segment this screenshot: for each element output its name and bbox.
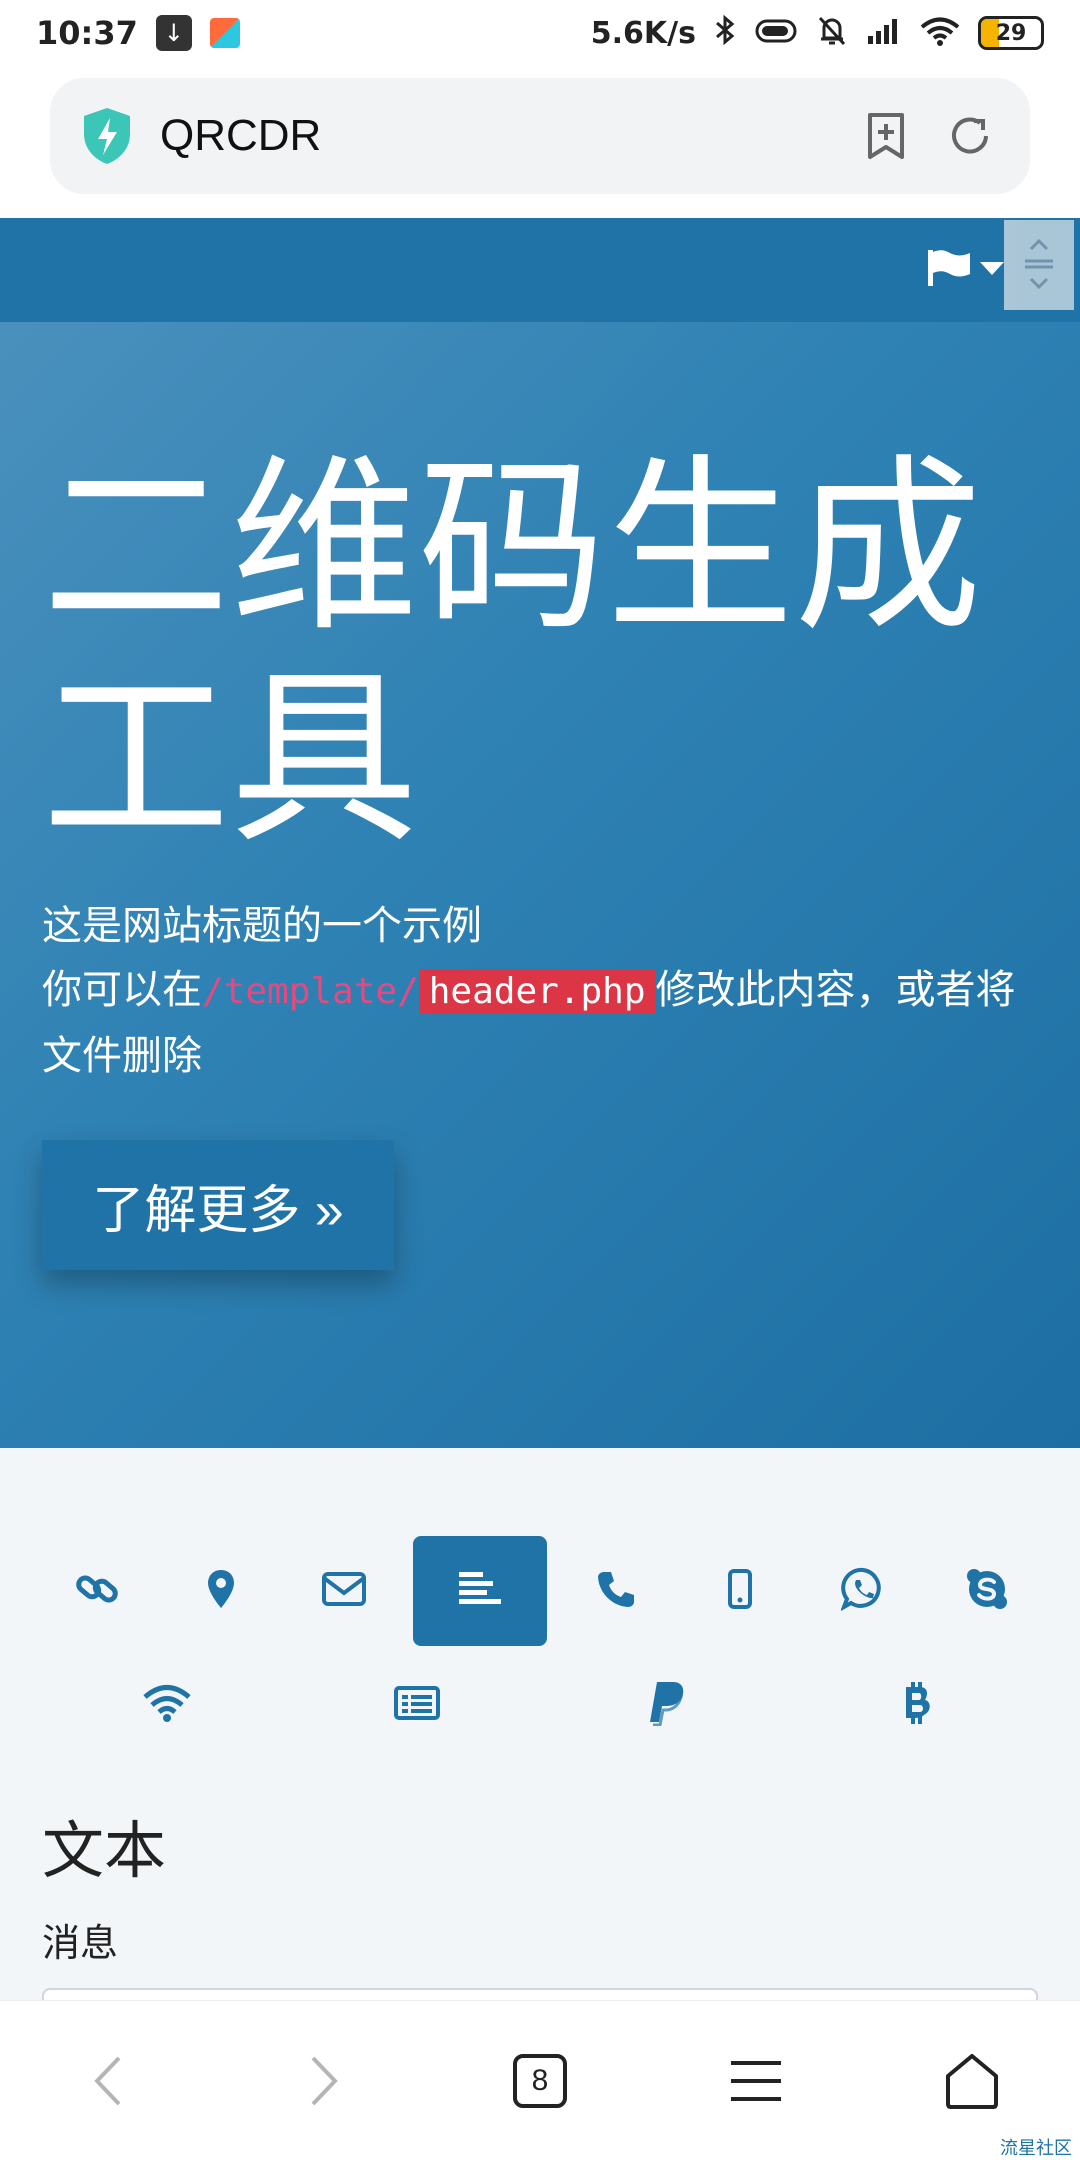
back-button[interactable] xyxy=(53,2026,163,2136)
network-speed: 5.6K/s xyxy=(590,15,696,51)
hero-line-2: 你可以在/template/header.php 修改此内容，或者将文件删除 xyxy=(42,958,1042,1088)
email-type-button[interactable] xyxy=(289,1536,399,1646)
code-path: /template/ xyxy=(202,971,419,1012)
hero-title: 二维码生成工具 xyxy=(42,438,982,869)
watermark: 流星社区 xyxy=(1000,2138,1072,2159)
forward-button[interactable] xyxy=(269,2026,379,2136)
sms-type-button[interactable] xyxy=(685,1536,795,1646)
text-type-button[interactable] xyxy=(413,1536,548,1646)
hero-description: 这是网站标题的一个示例 你可以在/template/header.php 修改此内… xyxy=(42,894,1042,1088)
browser-bottom-toolbar: 8 xyxy=(0,2000,1080,2160)
language-dropdown[interactable] xyxy=(926,248,1004,292)
link-type-button[interactable] xyxy=(42,1536,152,1646)
security-shield-icon[interactable] xyxy=(80,106,134,166)
bluetooth-icon xyxy=(714,14,736,53)
phone-type-button[interactable] xyxy=(561,1536,671,1646)
signal-icon xyxy=(866,16,902,50)
phone-icon xyxy=(596,1569,636,1613)
reload-button[interactable] xyxy=(940,106,1000,166)
status-right: 5.6K/s 29 xyxy=(591,14,1044,53)
paypal-icon xyxy=(647,1680,687,1730)
skype-icon xyxy=(965,1567,1009,1615)
home-button[interactable] xyxy=(917,2026,1027,2136)
battery-level: 29 xyxy=(995,20,1027,46)
scroll-handle[interactable] xyxy=(1004,220,1074,310)
message-label: 消息 xyxy=(42,1921,119,1965)
site-navbar xyxy=(0,218,1080,322)
vcard-icon xyxy=(394,1686,440,1724)
tabs-button[interactable]: 8 xyxy=(485,2026,595,2136)
hero-jumbotron: 二维码生成工具 这是网站标题的一个示例 你可以在/template/header… xyxy=(0,322,1080,1448)
hero-line-2-prefix: 你可以在 xyxy=(42,967,202,1013)
tabs-count: 8 xyxy=(513,2053,567,2108)
location-type-button[interactable] xyxy=(166,1536,276,1646)
section-title: 文本 xyxy=(42,1814,167,1887)
qr-type-row-2 xyxy=(42,1660,1042,1750)
generator-content: 文本 消息 xyxy=(0,1448,1080,2018)
browser-address-bar[interactable]: QRCDR xyxy=(50,78,1030,194)
caret-down-icon xyxy=(980,261,1004,280)
download-icon: ↓ xyxy=(155,15,192,51)
vibrate-toggle-icon xyxy=(754,17,798,49)
vcard-type-button[interactable] xyxy=(362,1660,472,1750)
bitcoin-icon xyxy=(900,1681,934,1729)
hero-line-1: 这是网站标题的一个示例 xyxy=(42,903,482,949)
text-icon xyxy=(457,1570,503,1612)
battery-indicator: 29 xyxy=(978,16,1044,50)
status-time: 10:37 xyxy=(36,14,138,52)
bitcoin-type-button[interactable] xyxy=(862,1660,972,1750)
whatsapp-type-button[interactable] xyxy=(808,1536,918,1646)
learn-more-button[interactable]: 了解更多 » xyxy=(42,1140,394,1270)
link-icon xyxy=(75,1567,119,1615)
wifi-status-icon xyxy=(920,16,960,50)
mute-bell-icon xyxy=(816,14,848,52)
whatsapp-icon xyxy=(840,1567,885,1615)
wifi-icon xyxy=(142,1684,192,1726)
status-left: 10:37 ↓ xyxy=(36,14,240,52)
status-bar: 10:37 ↓ 5.6K/s 29 xyxy=(0,0,1080,66)
flag-icon xyxy=(926,248,972,292)
code-file: header.php xyxy=(418,969,656,1014)
skype-type-button[interactable] xyxy=(932,1536,1042,1646)
location-icon xyxy=(206,1568,236,1614)
bookmark-add-button[interactable] xyxy=(856,106,916,166)
wifi-type-button[interactable] xyxy=(112,1660,222,1750)
menu-button[interactable] xyxy=(701,2026,811,2136)
qr-type-row-1 xyxy=(42,1536,1042,1646)
email-icon xyxy=(321,1571,367,1611)
mobile-icon xyxy=(727,1569,752,1613)
url-title[interactable]: QRCDR xyxy=(160,111,832,161)
paypal-type-button[interactable] xyxy=(612,1660,722,1750)
app-notification-icon xyxy=(209,18,240,48)
